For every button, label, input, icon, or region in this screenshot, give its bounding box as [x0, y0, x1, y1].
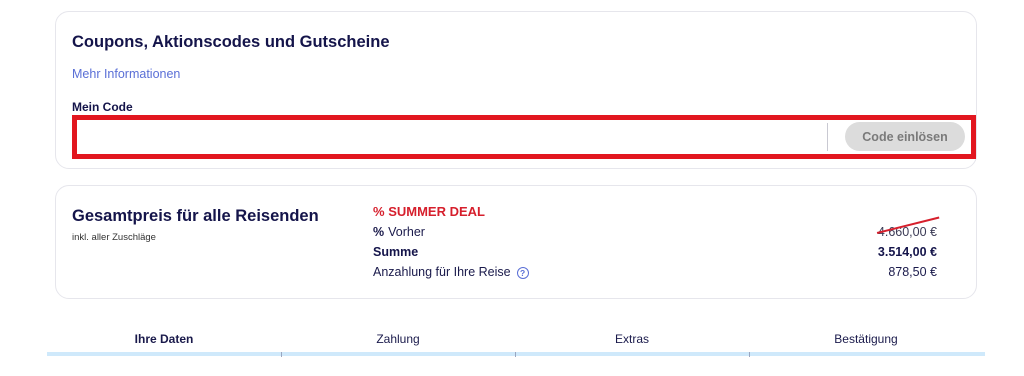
step-divider	[281, 352, 282, 357]
deposit-label: Anzahlung für Ihre Reise?	[373, 265, 529, 279]
coupon-card: Coupons, Aktionscodes und Gutscheine Meh…	[55, 11, 977, 169]
previous-price-value: 4.660,00 €	[876, 216, 940, 239]
step-zahlung[interactable]: Zahlung	[281, 332, 515, 346]
step-divider	[749, 352, 750, 357]
step-extras[interactable]: Extras	[515, 332, 749, 346]
deposit-value: 878,50 €	[888, 265, 937, 279]
previous-price-row: % Vorher 4.660,00 €	[373, 216, 940, 243]
sum-row: Summe 3.514,00 €	[373, 245, 937, 263]
progress-bar	[47, 352, 985, 356]
percent-icon: %	[373, 225, 385, 239]
redeem-code-button[interactable]: Code einlösen	[845, 122, 965, 151]
sum-value: 3.514,00 €	[877, 245, 937, 259]
total-price-subtitle: inkl. aller Zuschläge	[72, 232, 156, 243]
deal-label: % SUMMER DEAL	[373, 204, 485, 219]
more-info-link[interactable]: Mehr Informationen	[72, 67, 180, 81]
question-circle-icon[interactable]: ?	[516, 267, 529, 279]
total-price-title: Gesamtpreis für alle Reisenden	[72, 207, 319, 225]
code-label: Mein Code	[72, 100, 133, 114]
input-divider	[827, 123, 828, 151]
code-input-highlight: Code einlösen	[72, 115, 976, 159]
sum-label: Summe	[373, 245, 419, 259]
deal-row: % SUMMER DEAL	[373, 204, 937, 222]
step-divider	[515, 352, 516, 357]
coupon-title: Coupons, Aktionscodes und Gutscheine	[72, 33, 390, 51]
code-input[interactable]	[77, 120, 827, 154]
price-card: Gesamtpreis für alle Reisenden inkl. all…	[55, 185, 977, 299]
deposit-row: Anzahlung für Ihre Reise? 878,50 €	[373, 265, 937, 283]
step-ihre-daten[interactable]: Ihre Daten	[47, 332, 281, 346]
checkout-steps: Ihre Daten Zahlung Extras Bestätigung	[47, 332, 985, 358]
previous-label: % Vorher	[373, 225, 425, 239]
percent-icon: %	[373, 204, 385, 219]
step-bestaetigung[interactable]: Bestätigung	[749, 332, 983, 346]
